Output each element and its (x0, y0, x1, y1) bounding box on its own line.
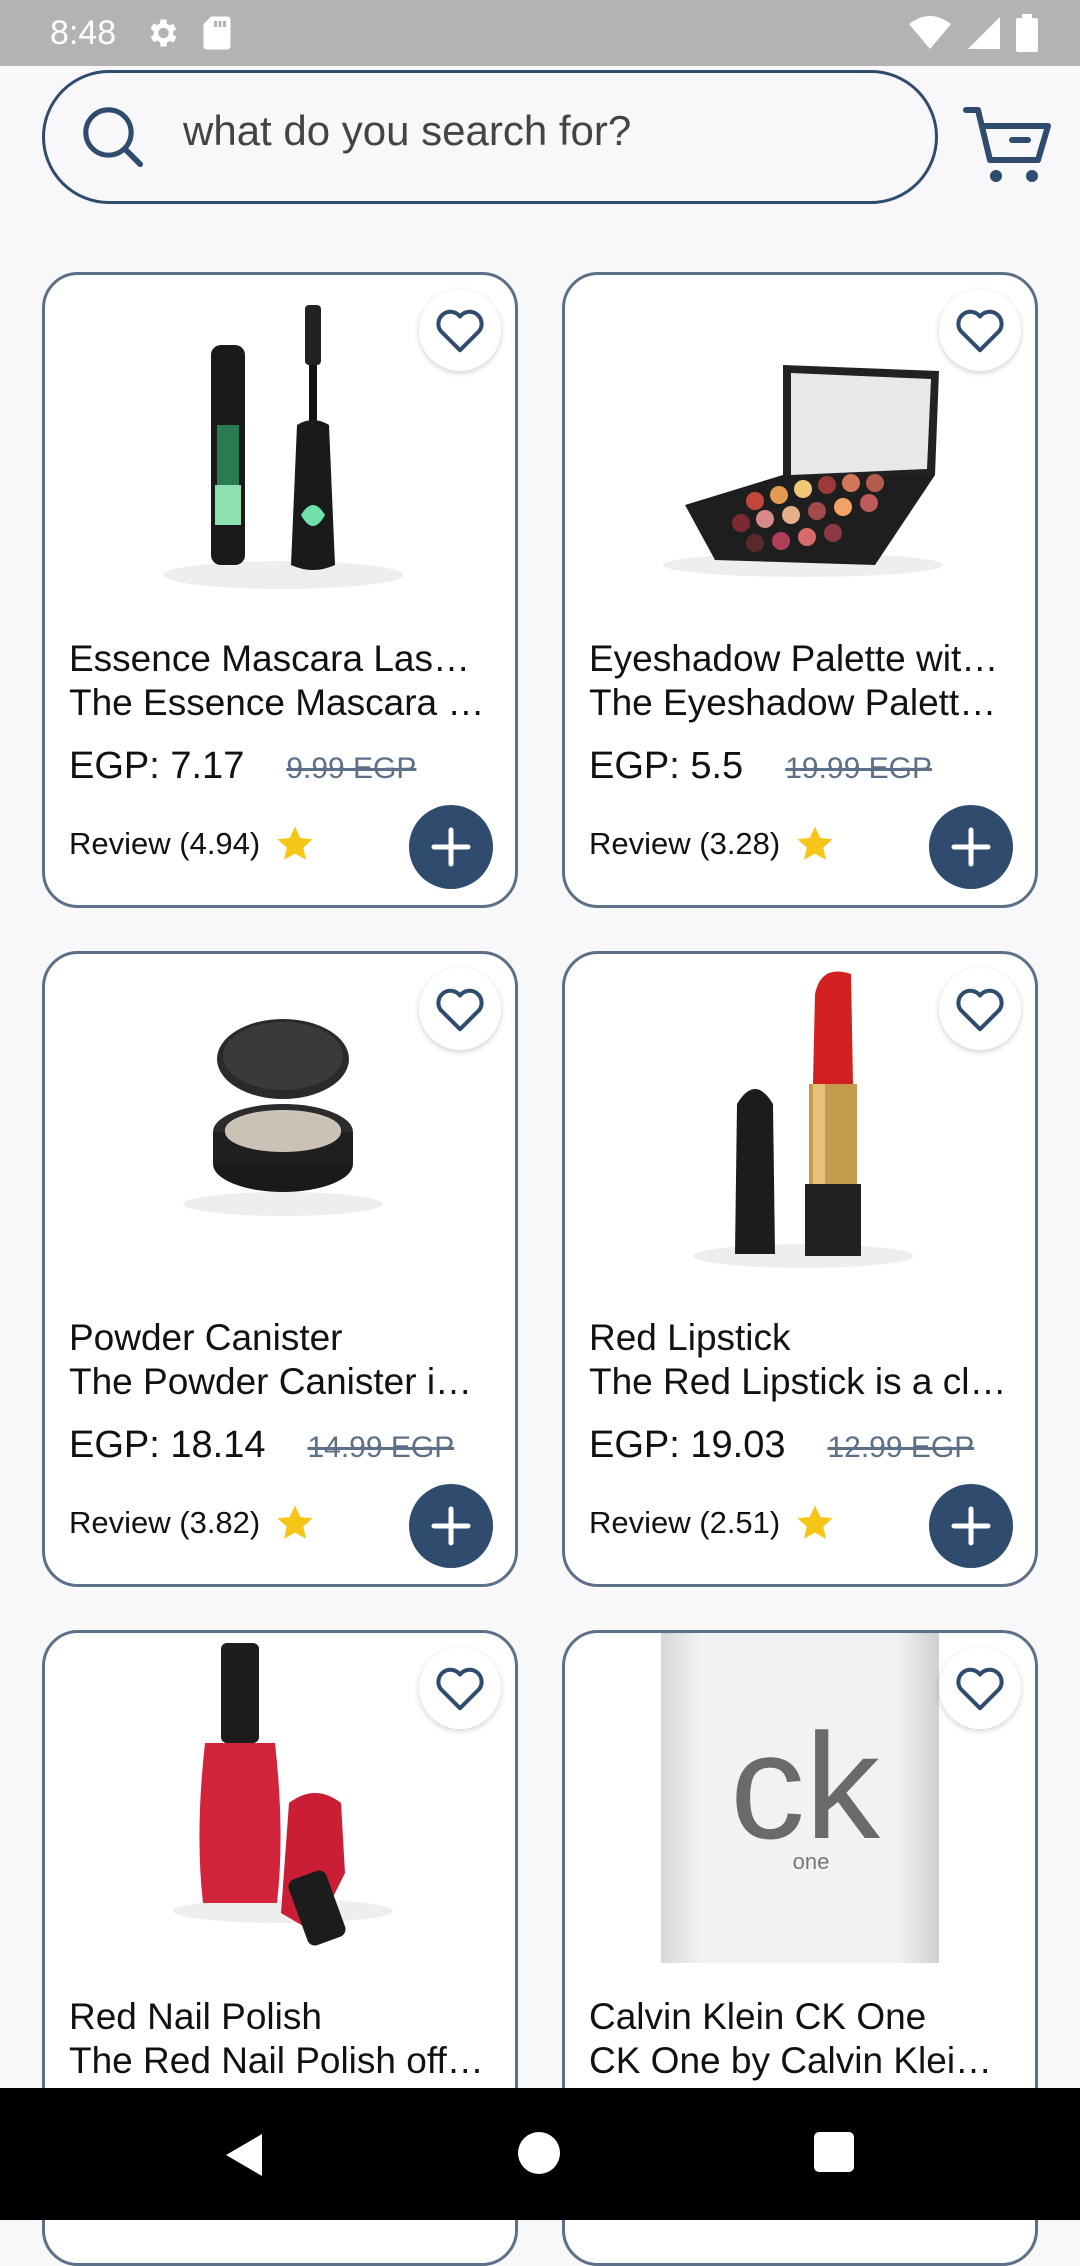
search-input[interactable] (181, 106, 865, 156)
plus-icon (951, 1506, 991, 1546)
product-title: Powder Canister (69, 1317, 343, 1358)
star-icon (797, 826, 833, 860)
heart-icon (956, 988, 1004, 1032)
gear-icon (150, 19, 177, 47)
heart-icon (436, 1667, 484, 1711)
home-icon[interactable] (518, 2132, 560, 2174)
favorite-button[interactable] (939, 968, 1021, 1050)
product-price: EGP: 18.14 (69, 1424, 266, 1466)
add-to-cart-button[interactable] (409, 805, 493, 889)
heart-icon (436, 988, 484, 1032)
product-description: The Red Nail Polish offers a rich and gl… (69, 2040, 489, 2081)
battery-icon (1016, 14, 1038, 52)
ck-logo-text: ck (730, 1702, 881, 1870)
product-review: Review (4.94) (69, 826, 261, 861)
star-icon (797, 1505, 833, 1539)
product-title: Red Lipstick (589, 1317, 791, 1358)
favorite-button[interactable] (939, 289, 1021, 371)
back-icon[interactable] (222, 2132, 264, 2178)
heart-icon (956, 1667, 1004, 1711)
product-description: The Red Lipstick is a classic and bold c… (589, 1361, 1009, 1402)
product-old-price: 12.99 EGP (827, 1431, 975, 1464)
plus-icon (951, 827, 991, 867)
ck-logo-subtext: one (793, 1849, 830, 1874)
favorite-button[interactable] (419, 968, 501, 1050)
star-icon (277, 1505, 313, 1539)
product-description: CK One by Calvin Klein is a classic unis… (589, 2040, 1009, 2081)
product-old-price: 9.99 EGP (286, 752, 417, 785)
product-description: The Eyeshadow Palette with Mirror offers… (589, 682, 1009, 723)
add-to-cart-button[interactable] (929, 805, 1013, 889)
heart-icon (956, 309, 1004, 353)
favorite-button[interactable] (419, 1647, 501, 1729)
favorite-button[interactable] (419, 289, 501, 371)
cart-icon[interactable] (962, 96, 1054, 188)
product-card[interactable]: Essence Mascara Lash Princess The Essenc… (42, 272, 518, 908)
product-title: Essence Mascara Lash Princess (69, 638, 489, 679)
signal-icon (968, 17, 1000, 49)
product-price: EGP: 19.03 (589, 1424, 786, 1466)
product-old-price: 14.99 EGP (307, 1431, 455, 1464)
add-to-cart-button[interactable] (409, 1484, 493, 1568)
product-review: Review (3.82) (69, 1505, 261, 1540)
recents-icon[interactable] (814, 2132, 854, 2172)
product-title: Red Nail Polish (69, 1996, 322, 2037)
product-title: Eyeshadow Palette with Mirror (589, 638, 1009, 679)
add-to-cart-button[interactable] (929, 1484, 1013, 1568)
product-card[interactable]: Red Lipstick The Red Lipstick is a class… (562, 951, 1038, 1587)
search-icon (83, 107, 144, 168)
plus-icon (431, 827, 471, 867)
status-bar: 8:48 (0, 0, 1080, 66)
status-time: 8:48 (50, 13, 117, 52)
star-icon (277, 826, 313, 860)
wifi-icon (909, 16, 951, 49)
sd-card-icon (203, 16, 231, 50)
heart-icon (436, 309, 484, 353)
product-description: The Powder Canister is a finely milled s… (69, 1361, 489, 1402)
product-review: Review (2.51) (589, 1505, 781, 1540)
product-old-price: 19.99 EGP (785, 752, 932, 785)
product-card[interactable]: Powder Canister The Powder Canister is a… (42, 951, 518, 1587)
system-nav-bar (0, 2088, 1080, 2220)
product-card[interactable]: Eyeshadow Palette with Mirror The Eyesha… (562, 272, 1038, 908)
product-price: EGP: 5.5 (589, 745, 744, 787)
plus-icon (431, 1506, 471, 1546)
product-review: Review (3.28) (589, 826, 781, 861)
favorite-button[interactable] (939, 1647, 1021, 1729)
product-price: EGP: 7.17 (69, 745, 245, 787)
product-description: The Essence Mascara Lash Princess is a p… (69, 682, 489, 723)
product-title: Calvin Klein CK One (589, 1996, 927, 2037)
search-bar[interactable] (42, 70, 938, 204)
